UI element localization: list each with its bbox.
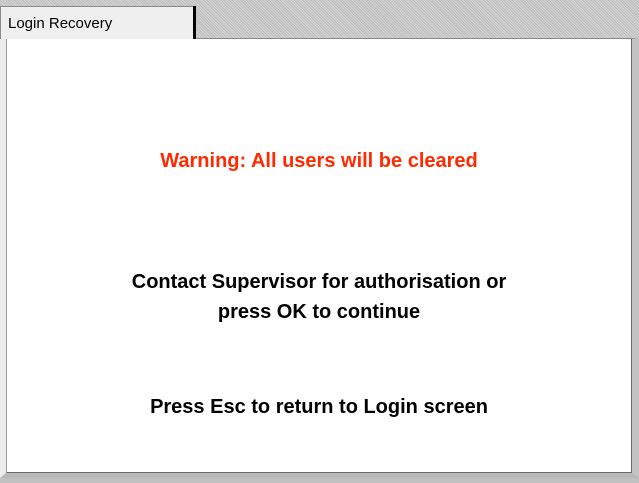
bottom-edge <box>0 478 639 483</box>
tab-label: Login Recovery <box>8 15 113 32</box>
warning-message: Warning: All users will be cleared <box>160 150 478 172</box>
esc-hint-message: Press Esc to return to Login screen <box>150 396 488 418</box>
contact-line-2: press OK to continue <box>217 301 421 323</box>
contact-line-1: Contact Supervisor for authorisation or <box>131 271 507 293</box>
contact-message: Contact Supervisor for authorisation or … <box>6 267 632 327</box>
login-recovery-screen: Login Recovery Warning: All users will b… <box>0 0 639 483</box>
tab-login-recovery[interactable]: Login Recovery <box>0 6 196 39</box>
recovery-panel: Warning: All users will be cleared Conta… <box>0 38 639 478</box>
tab-divider <box>193 6 196 39</box>
